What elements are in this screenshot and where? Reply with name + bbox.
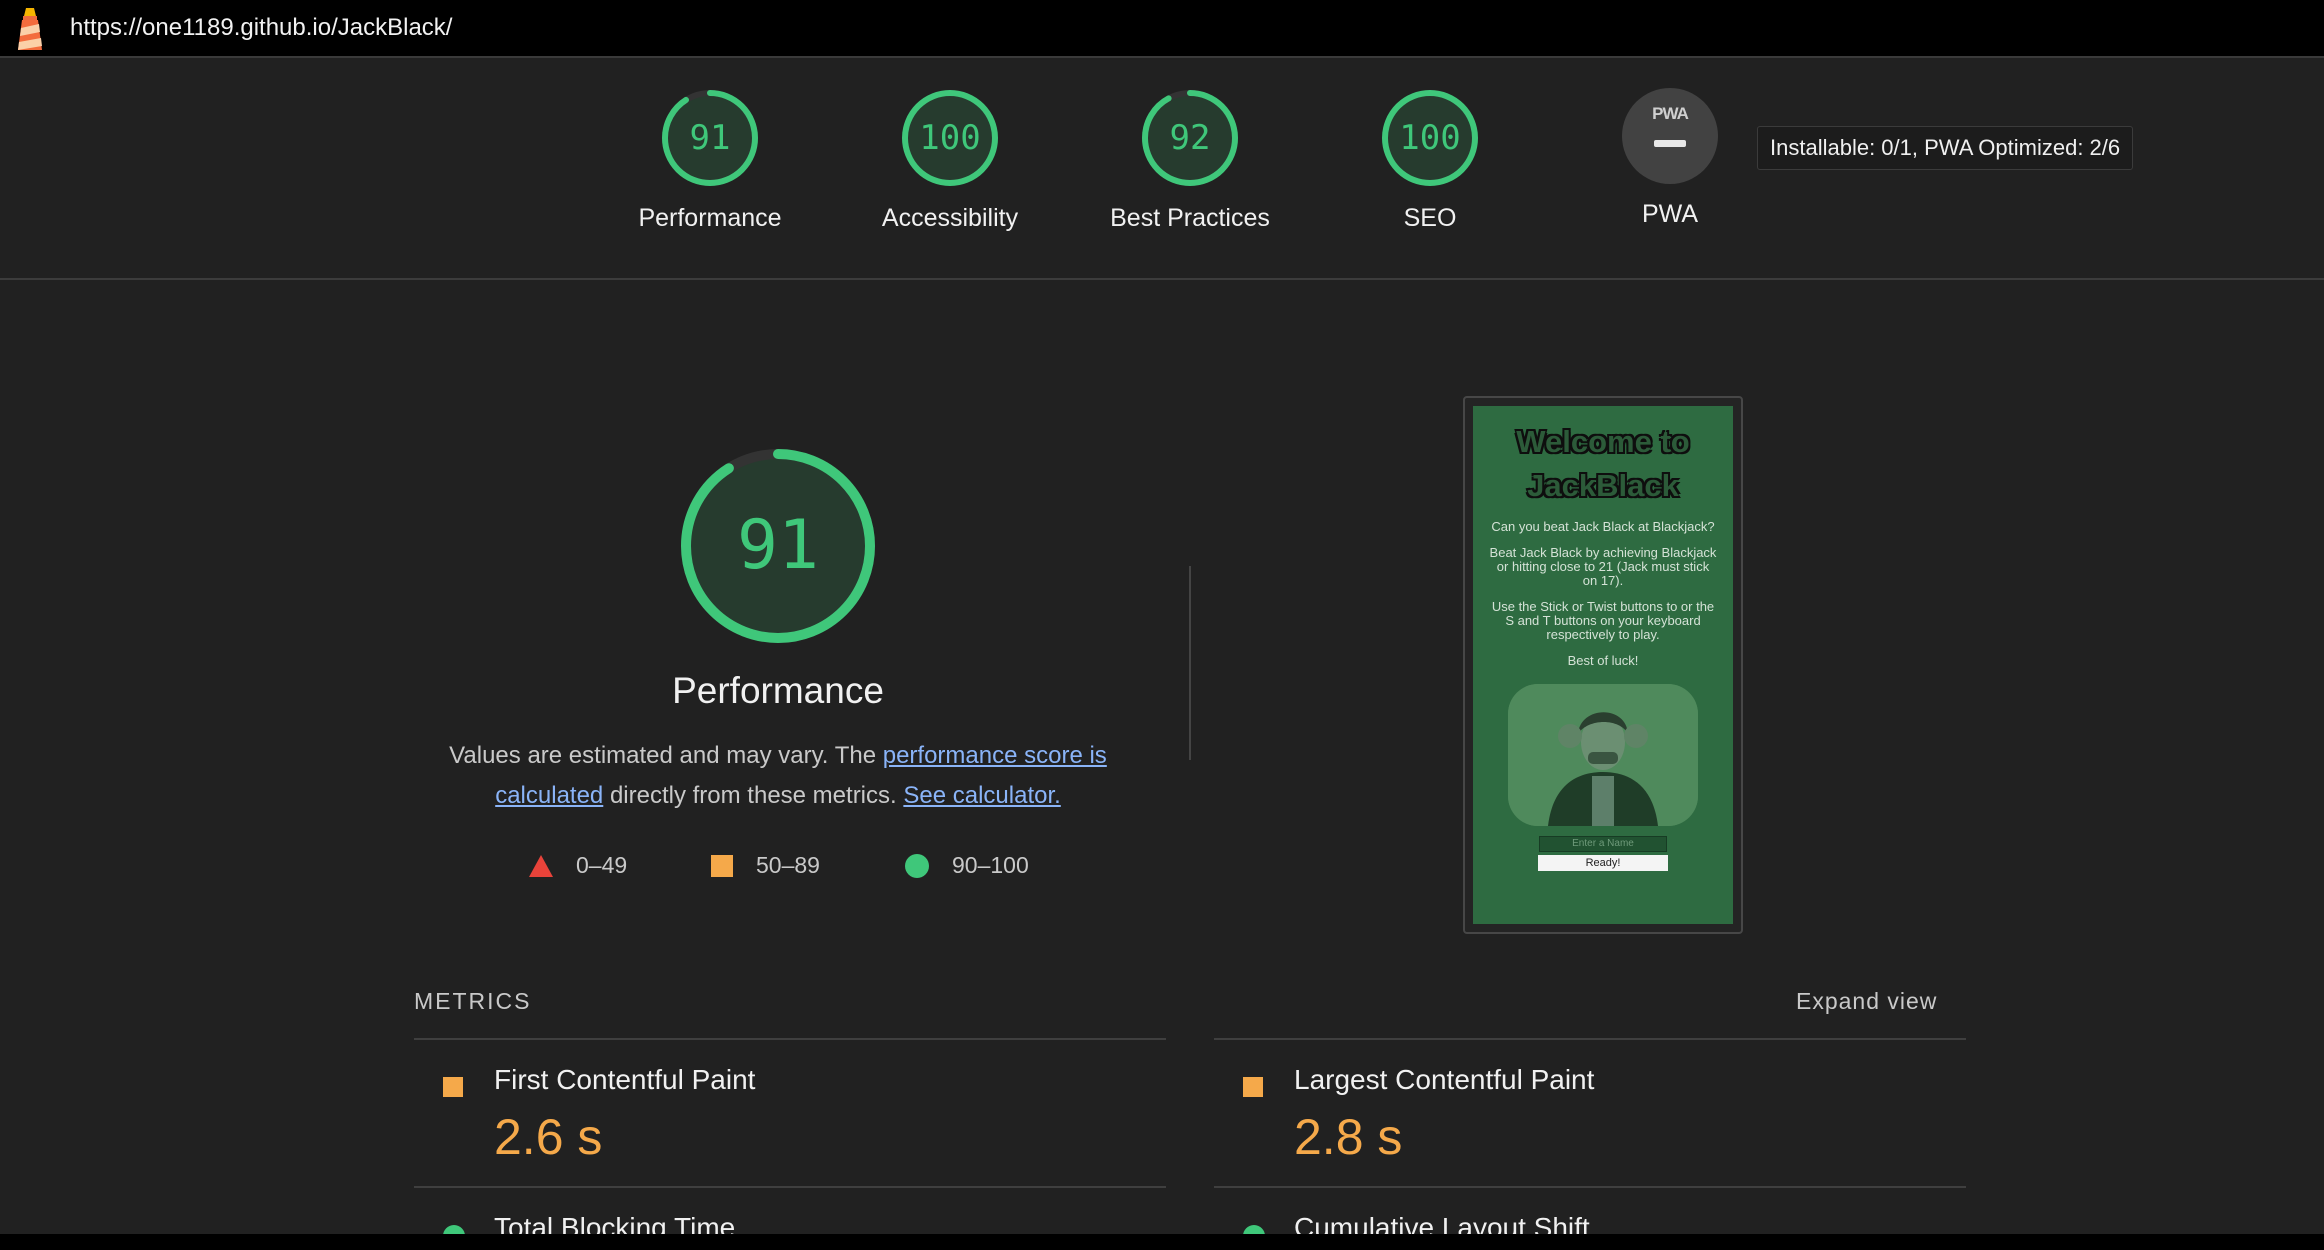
gauge-pwa[interactable]: PWA PWA: [1550, 88, 1790, 229]
triangle-icon: [529, 854, 553, 877]
performance-description: Values are estimated and may vary. The p…: [428, 736, 1128, 816]
legend-label: 90–100: [952, 852, 1029, 878]
pwa-dash-icon: [1654, 140, 1686, 147]
final-screenshot[interactable]: Welcome to JackBlack Can you beat Jack B…: [1463, 396, 1743, 934]
jack-black-photo: [1508, 684, 1698, 826]
gauge-score: 100: [1399, 118, 1461, 158]
legend-fail: 0–49: [528, 852, 627, 879]
legend-pass: 90–100: [904, 852, 1029, 879]
pwa-tooltip: Installable: 0/1, PWA Optimized: 2/6: [1757, 126, 2134, 170]
screenshot-text: Best of luck!: [1567, 653, 1639, 668]
gauge-seo[interactable]: 100 SEO: [1310, 88, 1550, 233]
circle-icon: [905, 853, 929, 878]
performance-title: Performance: [672, 670, 884, 711]
pwa-badge-text: PWA: [1652, 104, 1689, 123]
pwa-badge-icon: PWA: [1622, 88, 1718, 184]
screenshot-text: Can you beat Jack Black at Blackjack?: [1491, 519, 1715, 534]
legend-average: 50–89: [710, 852, 820, 879]
gauge-label: Accessibility: [881, 204, 1019, 232]
screenshot-text: Use the Stick or Twist buttons to or the…: [1491, 599, 1715, 642]
person-photo-icon: [1508, 684, 1698, 826]
score-summary: 91 Performance 100 Accessibility 92 Best…: [0, 58, 2324, 280]
gauge-label: Best Practices: [1110, 204, 1270, 232]
score-legend: 0–49 50–89 90–100: [0, 852, 1200, 892]
metric-value: 2.8 s: [1294, 1109, 1403, 1165]
lighthouse-logo-icon: [18, 8, 42, 50]
metrics-heading: METRICS: [414, 988, 532, 1014]
screenshot-heading-line: Welcome to: [1516, 424, 1690, 459]
square-icon: [711, 854, 733, 877]
page-url[interactable]: https://one1189.github.io/JackBlack/: [70, 14, 452, 42]
gauge-best-practices[interactable]: 92 Best Practices: [1070, 88, 1310, 233]
metric-label: Largest Contentful Paint: [1294, 1064, 1595, 1095]
description-text: directly from these metrics.: [603, 782, 904, 809]
description-text: Values are estimated and may vary. The: [449, 742, 883, 769]
performance-gauge: 91: [678, 446, 878, 646]
expand-view-button[interactable]: Expand view: [1796, 988, 1937, 1015]
screenshot-ready-button: Ready!: [1538, 855, 1668, 871]
gauge-label: SEO: [1403, 204, 1457, 232]
metrics-divider: [414, 1186, 1166, 1188]
metric-label: First Contentful Paint: [494, 1064, 756, 1095]
screenshot-heading: Welcome to JackBlack: [1473, 420, 1733, 508]
gauge-score: 92: [1169, 118, 1211, 158]
status-bar: [0, 1234, 2324, 1250]
screenshot-content: Welcome to JackBlack Can you beat Jack B…: [1473, 406, 1733, 924]
performance-score: 91: [737, 506, 819, 585]
legend-label: 50–89: [756, 852, 820, 878]
metrics-divider: [414, 1038, 1166, 1040]
screenshot-name-input: Enter a Name: [1539, 836, 1667, 852]
screenshot-text: Beat Jack Black by achieving Blackjack o…: [1489, 545, 1717, 588]
gauge-score: 100: [919, 118, 981, 158]
divider: [1189, 566, 1191, 760]
square-icon: [1243, 1077, 1263, 1097]
metrics-divider: [1214, 1186, 1966, 1188]
gauge-performance[interactable]: 91 Performance: [590, 88, 830, 233]
square-icon: [443, 1077, 463, 1097]
gauge-score: 91: [689, 118, 731, 158]
metrics-divider: [1214, 1038, 1966, 1040]
gauge-accessibility[interactable]: 100 Accessibility: [830, 88, 1070, 233]
metric-value: 2.6 s: [494, 1109, 603, 1165]
gauge-label: PWA: [1641, 200, 1699, 228]
screenshot-heading-line: JackBlack: [1527, 468, 1679, 503]
gauge-label: Performance: [638, 204, 782, 232]
legend-label: 0–49: [576, 852, 628, 878]
top-bar: https://one1189.github.io/JackBlack/: [0, 0, 2324, 58]
see-calculator-link[interactable]: See calculator.: [903, 782, 1060, 809]
